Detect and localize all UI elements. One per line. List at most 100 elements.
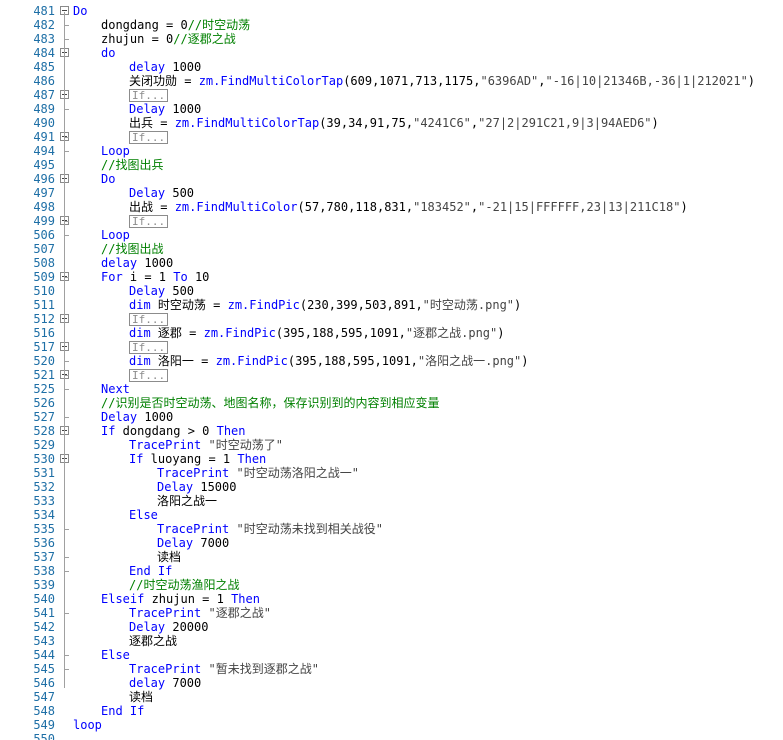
fold-end-marker	[64, 571, 69, 572]
function-token: zm.FindMultiColorTap	[198, 74, 344, 88]
fold-end-marker	[64, 235, 69, 236]
code-line: If...	[129, 88, 169, 102]
collapsed-block[interactable]: If...	[129, 131, 169, 144]
line-number: 530	[33, 452, 55, 466]
line-number: 495	[33, 158, 55, 172]
function-token: zm.FindPic	[227, 298, 300, 312]
code-token: 出战 =	[129, 200, 175, 214]
string-token: "6396AD"	[480, 74, 539, 88]
code-token: i = 1	[122, 270, 174, 284]
line-number: 516	[33, 326, 55, 340]
code-line: Loop	[101, 144, 130, 158]
code-token: 20000	[165, 620, 209, 634]
line-number: 506	[33, 228, 55, 242]
line-number: 539	[33, 578, 55, 592]
collapsed-block[interactable]: If...	[129, 369, 169, 382]
keyword-token: delay	[129, 60, 166, 74]
code-token: dongdang = 0	[101, 18, 188, 32]
code-line: End If	[101, 704, 144, 718]
line-number: 545	[33, 662, 55, 676]
code-line: If luoyang = 1 Then	[129, 452, 266, 466]
keyword-token: Delay	[129, 620, 166, 634]
code-line: //识别是否时空动荡、地图名称，保存识别到的内容到相应变量	[101, 396, 439, 410]
code-editor[interactable]: 481 482 483 484 485 486 487 489 490 491 494 495 496 4…	[0, 0, 783, 740]
line-number: 487	[33, 88, 55, 102]
keyword-token: Do	[101, 172, 116, 186]
code-line: TracePrint "时空动荡了"	[129, 438, 283, 452]
fold-end-marker	[64, 529, 69, 530]
keyword-token: Delay	[129, 102, 166, 116]
comment-token: //时空动荡渔阳之战	[129, 578, 240, 592]
line-number: 525	[33, 382, 55, 396]
keyword-token: dim	[129, 354, 151, 368]
code-line: Do	[73, 4, 87, 18]
fold-end-marker	[64, 277, 69, 278]
code-line: TracePrint "时空动荡未找到相关战役"	[157, 522, 383, 536]
code-line: If...	[129, 368, 169, 382]
line-number: 548	[33, 704, 55, 718]
string-token: "-21|15|FFFFFF,23|13|211C18"	[478, 200, 681, 214]
line-number: 481	[33, 4, 55, 18]
line-number: 490	[33, 116, 55, 130]
keyword-token: If	[129, 452, 144, 466]
line-number: 538	[33, 564, 55, 578]
code-line: Delay 1000	[101, 410, 173, 424]
code-token: luoyang = 1	[143, 452, 238, 466]
collapsed-block[interactable]: If...	[129, 89, 169, 102]
code-line: Loop	[101, 228, 130, 242]
string-token: "暂未找到逐郡之战"	[201, 662, 319, 676]
line-number: 482	[33, 18, 55, 32]
string-token: "183452"	[413, 200, 471, 214]
code-line: End If	[129, 564, 172, 578]
keyword-token: Next	[101, 382, 130, 396]
code-token: zhujun = 1	[144, 592, 232, 606]
code-line: For i = 1 To 10	[101, 270, 209, 284]
line-number: 511	[33, 298, 55, 312]
code-token: )	[680, 200, 688, 214]
line-number: 536	[33, 536, 55, 550]
code-line: 关闭功勋 = zm.FindMultiColorTap(609,1071,713…	[129, 74, 755, 88]
code-line: If...	[129, 130, 169, 144]
code-token: (39,34,91,75,	[319, 116, 414, 130]
keyword-token: delay	[129, 676, 166, 690]
code-line: loop	[73, 718, 102, 732]
line-number: 533	[33, 494, 55, 508]
code-token: 洛阳之战一	[157, 494, 218, 508]
code-token: (395,188,595,1091,	[275, 326, 406, 340]
keyword-token: Delay	[129, 186, 166, 200]
line-number: 546	[33, 676, 55, 690]
code-line: 洛阳之战一	[157, 494, 217, 508]
function-token: zm.FindMultiColorTap	[174, 116, 320, 130]
code-token: )	[651, 116, 659, 130]
code-token: 1000	[137, 256, 174, 270]
code-token: 15000	[193, 480, 237, 494]
fold-end-marker	[64, 613, 69, 614]
code-token: )	[521, 354, 529, 368]
string-token: "时空动荡了"	[201, 438, 283, 452]
collapsed-block[interactable]: If...	[129, 341, 169, 354]
line-number: 517	[33, 340, 55, 354]
fold-guide-line	[64, 12, 65, 688]
code-token: (230,399,503,891,	[299, 298, 423, 312]
keyword-token: Then	[231, 592, 260, 606]
collapsed-block[interactable]: If...	[129, 313, 169, 326]
line-number-gutter: 481 482 483 484 485 486 487 489 490 491 494 495 496 4…	[0, 0, 58, 740]
fold-end-marker	[64, 669, 69, 670]
code-line: Delay 1000	[129, 102, 201, 116]
comment-token: //时空动荡	[187, 18, 251, 32]
collapsed-block[interactable]: If...	[129, 215, 169, 228]
code-line: delay 1000	[129, 60, 201, 74]
string-token: "4241C6"	[413, 116, 471, 130]
string-token: "时空动荡洛阳之战一"	[229, 466, 359, 480]
line-number: 484	[33, 46, 55, 60]
line-number: 507	[33, 242, 55, 256]
code-token: 1000	[165, 102, 202, 116]
code-token: (395,188,595,1091,	[287, 354, 418, 368]
code-line: If...	[129, 340, 169, 354]
keyword-token: loop	[73, 718, 102, 732]
keyword-token: TracePrint	[129, 438, 202, 452]
code-line: 逐郡之战	[129, 634, 177, 648]
string-token: "时空动荡.png"	[422, 298, 515, 312]
code-line: Delay 15000	[157, 480, 236, 494]
code-line: dongdang = 0//时空动荡	[101, 18, 250, 32]
